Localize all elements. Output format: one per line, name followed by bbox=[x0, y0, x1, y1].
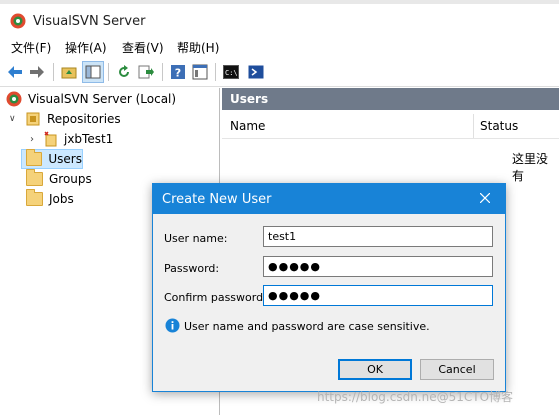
expand-down-icon[interactable]: ∨ bbox=[9, 114, 21, 124]
tree-item-jobs[interactable]: Jobs bbox=[26, 189, 74, 208]
column-name[interactable]: Name bbox=[230, 119, 265, 133]
tree-label-repository: jxbTest1 bbox=[64, 132, 114, 146]
up-folder-icon[interactable] bbox=[60, 63, 78, 81]
tree-label-jobs: Jobs bbox=[49, 192, 74, 206]
menu-action[interactable]: 操作(A) bbox=[65, 39, 107, 56]
forward-arrow-icon[interactable] bbox=[28, 63, 46, 81]
tree-label-groups: Groups bbox=[49, 172, 92, 186]
tree-label-users: Users bbox=[48, 152, 82, 166]
folder-icon bbox=[26, 169, 43, 186]
password-label: Password: bbox=[164, 262, 220, 275]
user-name-field[interactable]: test1 bbox=[263, 226, 493, 247]
repository-icon bbox=[44, 131, 57, 147]
svg-text:C:\: C:\ bbox=[225, 69, 238, 77]
refresh-icon[interactable] bbox=[115, 63, 133, 81]
user-name-label: User name: bbox=[164, 232, 228, 245]
dialog-title: Create New User bbox=[162, 192, 272, 207]
menu-file[interactable]: 文件(F) bbox=[11, 39, 51, 56]
case-sensitive-hint: User name and password are case sensitiv… bbox=[184, 320, 430, 333]
column-status[interactable]: Status bbox=[480, 119, 518, 133]
back-arrow-icon[interactable] bbox=[6, 63, 24, 81]
tree-item-repositories[interactable]: ∨ Repositories bbox=[9, 110, 121, 128]
create-user-dialog: Create New User User name: test1 Passwor… bbox=[152, 183, 506, 392]
column-divider[interactable] bbox=[473, 114, 474, 138]
password-field[interactable]: ●●●●● bbox=[263, 256, 493, 277]
cancel-button[interactable]: Cancel bbox=[420, 359, 494, 380]
folder-icon bbox=[26, 149, 43, 166]
confirm-password-field[interactable]: ●●●●● bbox=[263, 285, 493, 306]
confirm-password-label: Confirm password: bbox=[164, 291, 267, 304]
pane-header: Users bbox=[222, 88, 559, 110]
tree-item-repository[interactable]: › jxbTest1 bbox=[30, 130, 113, 148]
list-column-header: Name Status bbox=[222, 114, 559, 139]
toolbar-separator bbox=[215, 63, 216, 81]
watermark: https://blog.csdn.ne@51CTO博客 bbox=[317, 390, 514, 404]
title-bar: VisualSVN Server bbox=[0, 4, 559, 34]
powershell-icon[interactable] bbox=[247, 63, 265, 81]
toolbar: ? C:\ bbox=[0, 58, 559, 87]
info-icon bbox=[165, 318, 180, 333]
visualsvn-logo-icon bbox=[10, 13, 26, 29]
ok-button[interactable]: OK bbox=[338, 359, 412, 380]
show-tree-icon[interactable] bbox=[82, 61, 104, 83]
toolbar-separator bbox=[162, 63, 163, 81]
dialog-title-bar[interactable]: Create New User bbox=[153, 184, 505, 214]
expand-right-icon[interactable]: › bbox=[30, 134, 40, 145]
properties-icon[interactable] bbox=[191, 63, 209, 81]
menu-bar: 文件(F) 操作(A) 查看(V) 帮助(H) bbox=[0, 36, 559, 58]
toolbar-separator bbox=[108, 63, 109, 81]
console-icon[interactable]: C:\ bbox=[222, 63, 240, 81]
empty-list-message: 这里没有 bbox=[512, 152, 549, 183]
help-icon[interactable]: ? bbox=[169, 63, 187, 81]
tree-label-repositories: Repositories bbox=[47, 112, 121, 126]
tree-item-groups[interactable]: Groups bbox=[26, 169, 92, 188]
window-title: VisualSVN Server bbox=[33, 14, 146, 29]
close-icon[interactable] bbox=[475, 188, 495, 208]
repositories-icon bbox=[26, 112, 40, 126]
toolbar-separator bbox=[53, 63, 54, 81]
tree-root-server[interactable]: VisualSVN Server (Local) bbox=[6, 90, 176, 108]
svg-text:?: ? bbox=[175, 67, 181, 80]
menu-help[interactable]: 帮助(H) bbox=[177, 39, 219, 56]
folder-icon bbox=[26, 189, 43, 206]
tree-root-label: VisualSVN Server (Local) bbox=[28, 92, 177, 106]
tree-item-users[interactable]: Users bbox=[21, 149, 83, 169]
export-icon[interactable] bbox=[137, 63, 155, 81]
pane-title: Users bbox=[230, 92, 269, 106]
menu-view[interactable]: 查看(V) bbox=[122, 39, 164, 56]
visualsvn-server-icon bbox=[6, 91, 22, 107]
